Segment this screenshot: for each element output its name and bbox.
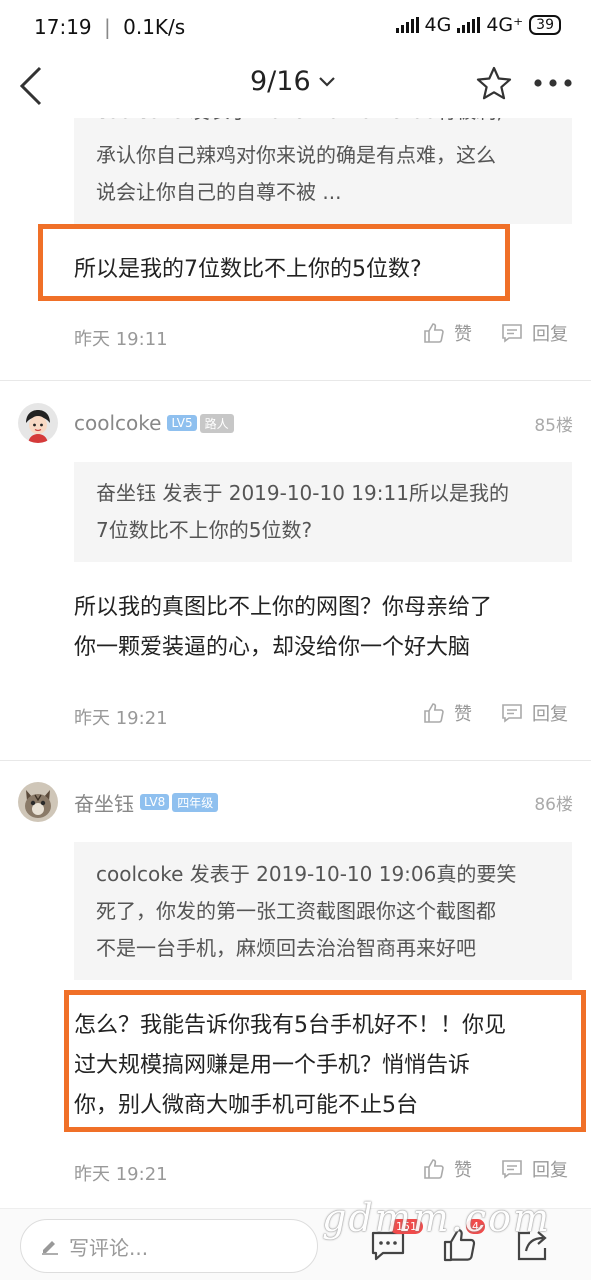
quote-block: coolcoke 发表于 2019-10-10 19:06真的要笑 死了，你发的… xyxy=(74,842,572,980)
quote-block: 奋坐钰 发表于 2019-10-10 19:11所以是我的 7位数比不上你的5位… xyxy=(74,462,572,562)
comment-icon xyxy=(502,1160,522,1179)
status-left: 17:19 | 0.1K/s xyxy=(34,15,185,39)
post-time: 昨天 19:21 xyxy=(74,708,168,729)
avatar-image xyxy=(18,403,58,443)
comment-placeholder: 写评论... xyxy=(69,1235,149,1260)
post-body-line: 怎么？我能告诉你我有5台手机好不！！你见 xyxy=(74,1013,506,1038)
network-type-2: 4G⁺ xyxy=(486,14,524,36)
thumb-up-icon xyxy=(424,323,444,343)
like-button[interactable]: 赞 xyxy=(422,700,472,726)
thumb-up-icon xyxy=(424,703,444,723)
quote-line: 承认你自己辣鸡对你来说的确是有点难，这么 xyxy=(96,143,496,167)
comment-input[interactable]: 写评论... xyxy=(20,1219,318,1273)
reply-button[interactable]: 回复 xyxy=(500,700,568,726)
quote-block: coolcoke 发表于 2019-10-10 19:06有被刺, 承认你自己辣… xyxy=(74,118,572,224)
chevron-down-icon xyxy=(318,76,335,87)
status-speed: 0.1K/s xyxy=(123,15,186,39)
reply-label: 回复 xyxy=(532,324,568,345)
avatar[interactable] xyxy=(18,782,58,822)
reply-button[interactable]: 回复 xyxy=(500,320,568,346)
status-time: 17:19 xyxy=(34,15,92,39)
signal-icon-2 xyxy=(457,17,481,33)
status-separator: | xyxy=(104,15,111,39)
signal-icon xyxy=(395,17,419,33)
floor-number: 86楼 xyxy=(534,795,573,815)
reply-label: 回复 xyxy=(532,1160,568,1181)
post-body-line: 所以我的真图比不上你的网图？你母亲给了 xyxy=(74,595,493,620)
like-button[interactable]: 赞 xyxy=(422,1156,472,1182)
title-badge: 四年级 xyxy=(172,792,219,812)
divider xyxy=(0,380,591,381)
quote-line: 奋坐钰 发表于 2019-10-10 19:11所以是我的 xyxy=(96,481,509,505)
like-label: 赞 xyxy=(454,1160,472,1181)
reply-button[interactable]: 回复 xyxy=(500,1156,568,1182)
floor-number: 85楼 xyxy=(534,416,573,436)
pencil-icon xyxy=(42,1241,58,1255)
divider xyxy=(0,760,591,761)
title-badge: 路人 xyxy=(199,413,234,433)
cat-avatar-image xyxy=(18,782,58,822)
user-row: 奋坐钰 LV8 四年级 xyxy=(18,782,219,822)
quote-line: 7位数比不上你的5位数? xyxy=(96,518,313,542)
user-row: coolcoke LV5 路人 xyxy=(18,403,234,443)
quote-line: 说会让你自己的自尊不被 ... xyxy=(96,180,342,204)
network-type-1: 4G xyxy=(424,14,452,36)
nav-bar: 9/16 xyxy=(0,56,591,118)
like-label: 赞 xyxy=(454,324,472,345)
comment-icon xyxy=(502,704,522,723)
like-label: 赞 xyxy=(454,704,472,725)
page-indicator[interactable]: 9/16 xyxy=(250,66,337,97)
status-bar: 17:19 | 0.1K/s 4G 4G⁺ 39 xyxy=(0,0,591,56)
quote-line: coolcoke 发表于 2019-10-10 19:06真的要笑 xyxy=(96,862,517,886)
level-badge: LV8 xyxy=(140,794,170,810)
reply-label: 回复 xyxy=(532,704,568,725)
post-body-line: 你一颗爱装逼的心，却没给你一个好大脑 xyxy=(74,635,471,660)
username[interactable]: coolcoke xyxy=(74,411,161,435)
username[interactable]: 奋坐钰 xyxy=(74,788,134,817)
post-time: 昨天 19:11 xyxy=(74,329,168,350)
like-button[interactable]: 赞 xyxy=(422,320,472,346)
status-right: 4G 4G⁺ 39 xyxy=(395,14,561,36)
quote-line: coolcoke 发表于 2019-10-10 19:06有被刺, xyxy=(96,118,503,130)
avatar[interactable] xyxy=(18,403,58,443)
post-body: 所以是我的7位数比不上你的5位数? xyxy=(74,257,422,282)
back-arrow-icon[interactable] xyxy=(14,62,54,110)
quote-line: 死了，你发的第一张工资截图跟你这个截图都 xyxy=(96,899,496,923)
level-badge: LV5 xyxy=(167,415,197,431)
post-body-line: 你，别人微商大咖手机可能不止5台 xyxy=(74,1093,418,1118)
page-indicator-text: 9/16 xyxy=(250,66,311,97)
post-body-line: 过大规模搞网赚是用一个手机？悄悄告诉 xyxy=(74,1053,471,1078)
more-icon[interactable] xyxy=(530,68,576,98)
post-body: 怎么？我能告诉你我有5台手机好不！！你见 过大规模搞网赚是用一个手机？悄悄告诉 … xyxy=(74,1006,506,1126)
quote-line: 不是一台手机，麻烦回去治治智商再来好吧 xyxy=(96,936,476,960)
post-time: 昨天 19:21 xyxy=(74,1164,168,1185)
comment-icon xyxy=(502,324,522,343)
post-body: 所以我的真图比不上你的网图？你母亲给了 你一颗爱装逼的心，却没给你一个好大脑 xyxy=(74,588,492,668)
battery-icon: 39 xyxy=(529,15,561,35)
thumb-up-icon xyxy=(424,1159,444,1179)
watermark-text: gdmm.com xyxy=(322,1196,551,1240)
star-icon[interactable] xyxy=(474,64,514,104)
